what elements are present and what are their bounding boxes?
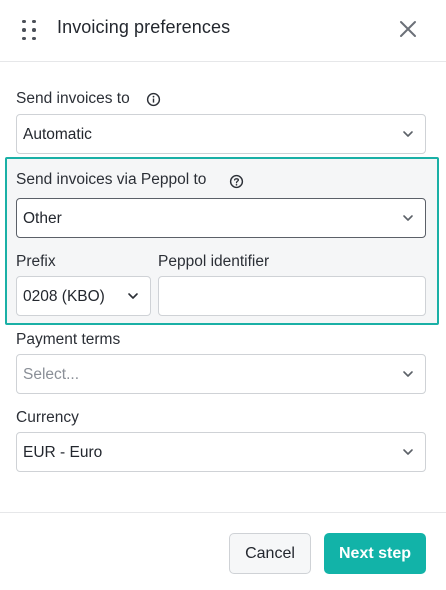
prefix-value: 0208 (KBO) <box>23 288 105 305</box>
currency-value: EUR - Euro <box>23 444 103 461</box>
peppol-select[interactable]: Other <box>16 198 426 238</box>
close-icon <box>400 21 416 37</box>
next-step-button[interactable]: Next step <box>324 533 426 574</box>
payment-terms-label: Payment terms <box>16 331 121 348</box>
prefix-label: Prefix <box>16 253 56 270</box>
send-invoices-select[interactable]: Automatic <box>16 114 426 154</box>
chevron-down-icon <box>403 371 413 377</box>
send-invoices-value: Automatic <box>23 126 92 143</box>
currency-select[interactable]: EUR - Euro <box>16 432 426 472</box>
peppol-label: Send invoices via Peppol to <box>16 171 207 188</box>
payment-terms-placeholder: Select... <box>23 366 79 383</box>
chevron-down-icon <box>403 449 413 455</box>
currency-label: Currency <box>16 409 79 426</box>
panel-title: Invoicing preferences <box>57 17 231 37</box>
chevron-down-icon <box>403 131 413 137</box>
panel-header: Invoicing preferences <box>0 0 446 62</box>
payment-terms-select[interactable]: Select... <box>16 354 426 394</box>
prefix-select[interactable]: 0208 (KBO) <box>16 276 151 316</box>
cancel-button[interactable]: Cancel <box>229 533 311 574</box>
help-icon[interactable] <box>229 174 244 189</box>
info-icon[interactable] <box>146 92 161 107</box>
peppol-identifier-label: Peppol identifier <box>158 253 270 270</box>
close-button[interactable] <box>396 17 420 41</box>
peppol-identifier-input[interactable] <box>158 276 426 316</box>
invoicing-preferences-panel: Invoicing preferences Send invoices to A… <box>0 0 446 590</box>
chevron-down-icon <box>403 215 413 221</box>
peppol-value: Other <box>23 210 62 227</box>
chevron-down-icon <box>128 293 138 299</box>
send-invoices-label: Send invoices to <box>16 90 130 107</box>
drag-handle-icon[interactable] <box>22 18 38 42</box>
footer-divider <box>0 512 446 513</box>
